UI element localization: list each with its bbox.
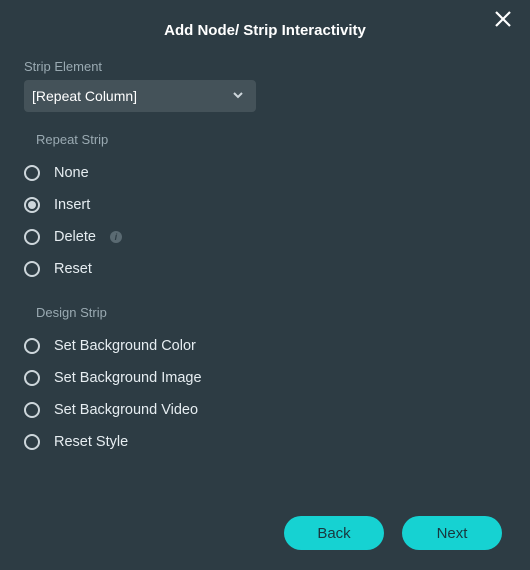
dialog-body: Strip Element [Repeat Column] Repeat Str… bbox=[0, 39, 530, 458]
option-label: Set Background Color bbox=[54, 338, 196, 354]
info-icon[interactable]: i bbox=[110, 231, 122, 243]
option-label: Reset Style bbox=[54, 434, 128, 450]
dialog-footer: Back Next bbox=[284, 516, 502, 550]
option-label: Set Background Image bbox=[54, 370, 202, 386]
radio-icon bbox=[24, 370, 40, 386]
radio-icon bbox=[24, 402, 40, 418]
option-none[interactable]: None bbox=[24, 157, 506, 189]
radio-icon bbox=[24, 434, 40, 450]
option-label: Set Background Video bbox=[54, 402, 198, 418]
option-set-bg-image[interactable]: Set Background Image bbox=[24, 362, 506, 394]
radio-icon bbox=[24, 229, 40, 245]
strip-element-label: Strip Element bbox=[24, 59, 506, 74]
repeat-strip-group-label: Repeat Strip bbox=[36, 132, 506, 147]
dialog-title: Add Node/ Strip Interactivity bbox=[0, 0, 530, 39]
back-button[interactable]: Back bbox=[284, 516, 384, 550]
option-insert[interactable]: Insert bbox=[24, 189, 506, 221]
radio-icon bbox=[24, 197, 40, 213]
option-set-bg-video[interactable]: Set Background Video bbox=[24, 394, 506, 426]
close-button[interactable] bbox=[494, 10, 516, 32]
option-reset[interactable]: Reset bbox=[24, 253, 506, 285]
design-strip-group-label: Design Strip bbox=[36, 305, 506, 320]
strip-element-value: [Repeat Column] bbox=[32, 88, 137, 104]
close-icon bbox=[494, 10, 512, 28]
option-set-bg-color[interactable]: Set Background Color bbox=[24, 330, 506, 362]
option-label: Reset bbox=[54, 261, 92, 277]
next-button[interactable]: Next bbox=[402, 516, 502, 550]
option-label: Delete bbox=[54, 229, 96, 245]
radio-icon bbox=[24, 165, 40, 181]
option-delete[interactable]: Delete i bbox=[24, 221, 506, 253]
option-reset-style[interactable]: Reset Style bbox=[24, 426, 506, 458]
option-label: None bbox=[54, 165, 89, 181]
radio-icon bbox=[24, 338, 40, 354]
option-label: Insert bbox=[54, 197, 90, 213]
strip-element-select[interactable]: [Repeat Column] bbox=[24, 80, 256, 112]
radio-icon bbox=[24, 261, 40, 277]
chevron-down-icon bbox=[232, 88, 244, 104]
